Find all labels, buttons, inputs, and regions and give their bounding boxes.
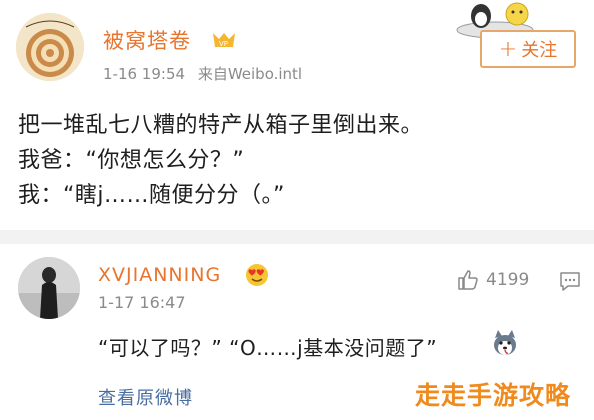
post-line: 我爸：“你想怎么分？”	[18, 148, 245, 173]
thumbs-up-icon	[458, 270, 478, 290]
follow-label: 关注	[521, 40, 558, 61]
comment-body: “可以了吗？” “O……j基本没问题了”	[98, 336, 438, 360]
comment-reply-icon[interactable]	[558, 269, 582, 293]
post-avatar[interactable]	[16, 13, 84, 81]
person-avatar-image	[18, 257, 80, 319]
watermark-logo: 走走手游攻略	[415, 381, 572, 410]
svg-text:VP: VP	[219, 40, 228, 48]
post-meta: 1-16 19:54 来自Weibo.intl	[103, 63, 310, 84]
post-time: 1-16 19:54	[103, 65, 186, 83]
comment-username[interactable]: XVJIANNING	[98, 264, 221, 286]
heart-eyes-emoji-icon	[245, 263, 269, 287]
post-username[interactable]: 被窝塔卷	[103, 25, 191, 55]
post-source: 来自Weibo.intl	[197, 65, 303, 83]
post-line: 把一堆乱七八糟的特产从箱子里倒出来。	[18, 113, 424, 138]
post-line: 我：“瞎j……随便分分（。”	[18, 183, 285, 208]
section-divider	[0, 230, 594, 244]
comment-avatar[interactable]	[18, 257, 80, 319]
comment-time: 1-17 16:47	[98, 293, 186, 312]
like-count: 4199	[486, 270, 530, 290]
plus-icon: +	[498, 36, 518, 62]
weibo-post: 被窝塔卷 VP 1-16 19:54 来自Weibo.intl + 关注 把一堆…	[0, 0, 594, 230]
view-original-post-link[interactable]: 查看原微博	[98, 384, 193, 410]
husky-emoji-icon	[490, 328, 520, 358]
like-button[interactable]: 4199	[456, 268, 529, 292]
vip-badge-icon: VP	[211, 31, 237, 49]
swiss-roll-avatar-image	[16, 13, 84, 81]
follow-button[interactable]: + 关注	[480, 30, 576, 68]
post-body: 把一堆乱七八糟的特产从箱子里倒出来。 我爸：“你想怎么分？” 我：“瞎j……随便…	[18, 108, 423, 213]
